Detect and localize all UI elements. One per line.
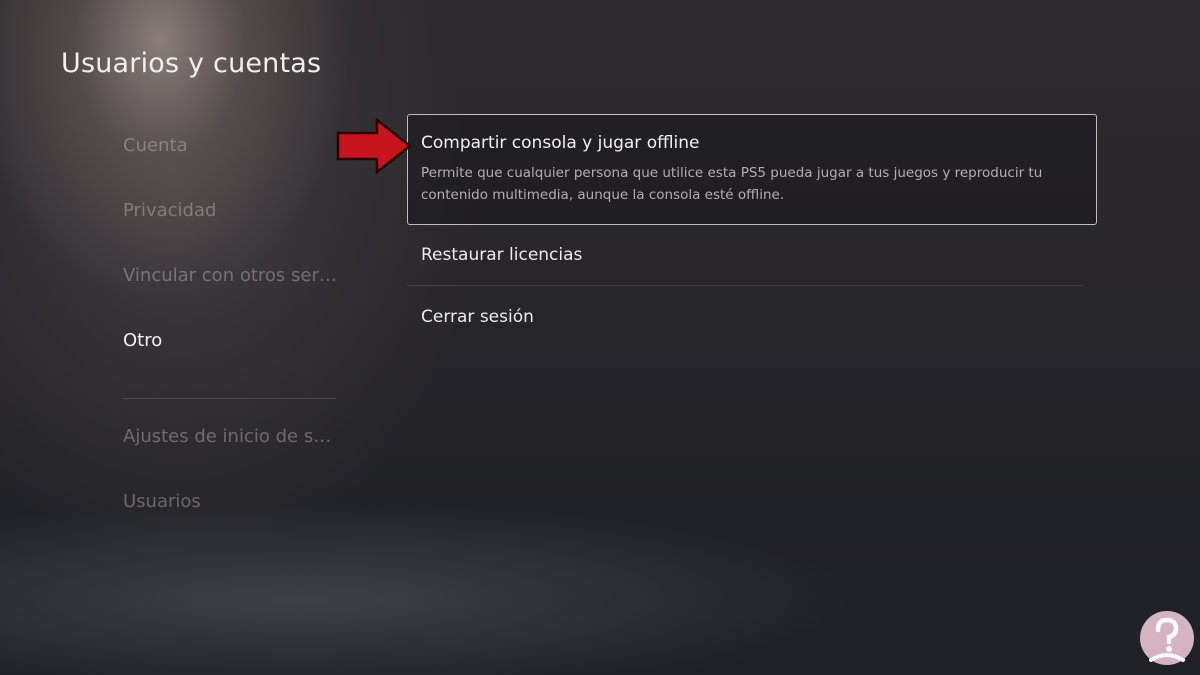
ps5-settings-screen: Usuarios y cuentas Cuenta Privacidad Vin…	[0, 0, 1200, 675]
sidebar-item-cuenta[interactable]: Cuenta	[123, 128, 338, 193]
red-arrow-pointer-icon	[336, 118, 413, 174]
menu-item-compartir-consola[interactable]: Compartir consola y jugar offline Permit…	[407, 114, 1097, 225]
sidebar-item-privacidad[interactable]: Privacidad	[123, 193, 338, 258]
menu-item-restaurar-licencias[interactable]: Restaurar licencias	[407, 225, 1083, 286]
sidebar-item-vincular[interactable]: Vincular con otros servi...	[123, 258, 338, 323]
menu-item-description: Permite que cualquier persona que utilic…	[421, 165, 1043, 203]
page-title: Usuarios y cuentas	[61, 48, 322, 79]
sidebar-item-otro[interactable]: Otro	[123, 323, 338, 388]
sidebar: Cuenta Privacidad Vincular con otros ser…	[123, 128, 338, 549]
menu-item-cerrar-sesion[interactable]: Cerrar sesión	[407, 286, 1083, 346]
menu-item-title: Compartir consola y jugar offline	[421, 133, 700, 153]
person-with-question-mark-logo-icon	[1140, 611, 1194, 665]
settings-menu: Compartir consola y jugar offline Permit…	[407, 114, 1097, 346]
sidebar-item-usuarios[interactable]: Usuarios	[123, 484, 338, 549]
sidebar-divider	[123, 398, 336, 399]
sidebar-item-ajustes-inicio-sesion[interactable]: Ajustes de inicio de ses...	[123, 419, 338, 484]
